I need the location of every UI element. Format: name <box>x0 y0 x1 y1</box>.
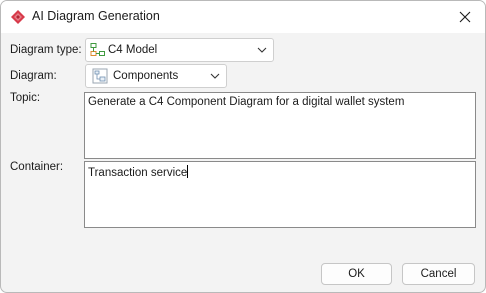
chevron-down-icon <box>210 73 220 79</box>
diagram-select[interactable]: Components <box>85 64 227 88</box>
topic-text: Generate a C4 Component Diagram for a di… <box>88 96 405 108</box>
ok-button[interactable]: OK <box>321 263 392 285</box>
cancel-button[interactable]: Cancel <box>402 263 475 285</box>
topic-label: Topic: <box>10 92 41 104</box>
container-label: Container: <box>10 161 64 173</box>
diagram-label: Diagram: <box>10 70 57 82</box>
container-textarea[interactable]: Transaction service <box>84 161 476 228</box>
close-button[interactable] <box>445 1 485 32</box>
diamond-logo-icon <box>11 10 25 24</box>
topic-textarea[interactable]: Generate a C4 Component Diagram for a di… <box>84 92 476 159</box>
dialog-title: AI Diagram Generation <box>32 9 160 23</box>
text-caret <box>187 165 189 178</box>
chevron-down-icon <box>257 47 267 53</box>
c4-model-icon <box>90 43 105 56</box>
close-icon <box>459 11 471 22</box>
ai-diagram-generation-dialog: AI Diagram Generation Diagram type: C4 M… <box>0 0 486 293</box>
component-diagram-icon <box>92 68 108 84</box>
diagram-type-select[interactable]: C4 Model <box>85 38 274 62</box>
diagram-type-value: C4 Model <box>108 44 158 56</box>
container-text: Transaction service <box>88 167 188 179</box>
title-bar: AI Diagram Generation <box>1 1 485 33</box>
diagram-type-label: Diagram type: <box>10 44 82 56</box>
diagram-value: Components <box>113 70 179 82</box>
